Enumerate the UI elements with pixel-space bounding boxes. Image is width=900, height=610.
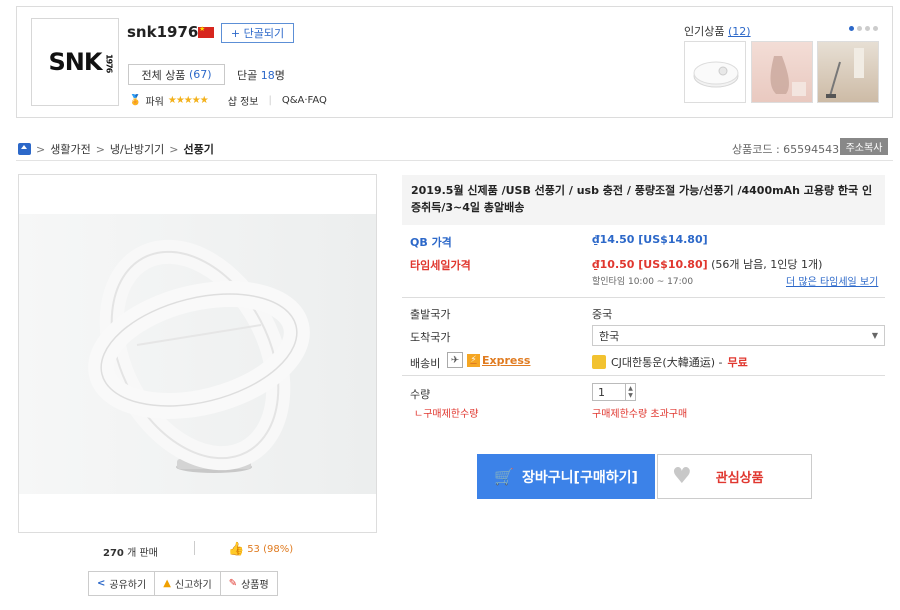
- seller-logo[interactable]: SNK 1976: [31, 18, 119, 106]
- qb-price-label: QB 가격: [410, 236, 452, 249]
- courier-info: CJ대한통운(大韓通运) - 무료: [592, 354, 748, 370]
- report-button[interactable]: ▲ 신고하기: [154, 571, 221, 596]
- warning-icon: ▲: [163, 578, 171, 589]
- popular-product-thumb[interactable]: [684, 41, 746, 103]
- express-icon: ⚡: [467, 353, 480, 367]
- pencil-icon: ✎: [228, 578, 238, 589]
- purchase-limit-label: ㄴ구매제한수량: [414, 409, 479, 420]
- fan-product-image: [88, 239, 310, 473]
- regulars-count: 단골 18명: [237, 69, 285, 82]
- star-rating: ★★★★★: [167, 95, 209, 106]
- time-sale-label: 타임세일가격: [410, 259, 471, 272]
- carousel-dots[interactable]: [849, 26, 878, 31]
- purchase-limit-value: 구매제한수량 초과구매: [592, 409, 688, 420]
- shipping-options: ✈ ⚡ Express: [447, 352, 530, 368]
- medal-icon: 🏅: [129, 95, 142, 106]
- breadcrumb-item[interactable]: 생활가전: [50, 141, 90, 157]
- seller-name[interactable]: snk1976: [127, 23, 198, 41]
- express-link[interactable]: ⚡ Express: [467, 353, 530, 367]
- shipping-fee-label: 배송비: [410, 357, 441, 370]
- share-icon: <: [97, 578, 106, 589]
- logo-wordmark: SNK 1976: [48, 48, 114, 76]
- airplane-icon[interactable]: ✈: [447, 352, 463, 368]
- carousel-dot[interactable]: [865, 26, 870, 31]
- destination-label: 도착국가: [410, 331, 451, 344]
- add-to-cart-button[interactable]: 🛒 장바구니[구매하기]: [477, 454, 655, 499]
- dropdown-arrow-icon: ▼: [871, 331, 878, 340]
- time-sale-hours: 할인타임 10:00 ~ 17:00: [592, 277, 694, 287]
- product-title: 2019.5월 신제품 /USB 선풍기 / usb 충전 / 풍량조절 가능/…: [402, 175, 885, 225]
- product-image-box[interactable]: [18, 174, 377, 533]
- follow-seller-button[interactable]: + 단골되기: [221, 23, 294, 43]
- share-button[interactable]: < 공유하기: [88, 571, 156, 596]
- popular-product-thumb[interactable]: [817, 41, 879, 103]
- time-sale-price: ₫10.50 [US$10.80] (56개 남음, 1인당 1개): [592, 258, 823, 271]
- home-icon[interactable]: [18, 143, 31, 155]
- cart-icon: 🛒: [494, 467, 515, 486]
- origin-value: 중국: [592, 308, 613, 321]
- breadcrumb-item[interactable]: 냉/난방기기: [110, 141, 164, 157]
- seller-rating-row: 🏅 파워 ★★★★★ 샵 정보 | Q&A·FAQ: [129, 93, 327, 108]
- thumbs-up-icon: 👍: [228, 542, 245, 557]
- carousel-dot[interactable]: [873, 26, 878, 31]
- all-products-button[interactable]: 전체 상품 (67): [128, 64, 225, 85]
- stepper-arrows-icon[interactable]: ▲ ▼: [625, 384, 635, 400]
- more-time-sale-link[interactable]: 더 많은 타임세일 보기: [786, 273, 878, 288]
- shop-info-link[interactable]: 샵 정보: [228, 93, 259, 108]
- breadcrumb: > 생활가전 > 냉/난방기기 > 선풍기: [18, 141, 214, 157]
- quantity-label: 수량: [410, 388, 431, 401]
- product-code: 상품코드 : 655945437: [732, 143, 847, 156]
- breadcrumb-current: 선풍기: [183, 143, 214, 156]
- popular-products-label[interactable]: 인기상품 (12): [684, 23, 751, 39]
- carousel-dot[interactable]: [857, 26, 862, 31]
- origin-label: 출발국가: [410, 308, 451, 321]
- vacuum-person-image: [826, 48, 864, 98]
- vase-image: [770, 56, 806, 96]
- carousel-dot[interactable]: [849, 26, 854, 31]
- qb-price: ₫14.50 [US$14.80]: [592, 233, 708, 246]
- divider: [16, 160, 893, 161]
- qa-faq-link[interactable]: Q&A·FAQ: [282, 95, 327, 106]
- sales-count: 270 개 판매: [103, 548, 158, 559]
- review-button[interactable]: ✎ 상품평: [219, 571, 278, 596]
- popular-product-thumb[interactable]: [751, 41, 813, 103]
- likes-count[interactable]: 👍 53 (98%): [228, 542, 293, 557]
- heart-icon: ♥: [672, 464, 692, 489]
- action-bar: < 공유하기 ▲ 신고하기 ✎ 상품평: [88, 571, 278, 596]
- quantity-stepper[interactable]: 1 ▲ ▼: [592, 383, 636, 401]
- wishlist-button[interactable]: ♥ 관심상품: [657, 454, 812, 499]
- china-flag-icon: [198, 25, 214, 38]
- seller-box: SNK 1976 snk1976 + 단골되기 전체 상품 (67) 단골 18…: [16, 6, 893, 118]
- destination-select[interactable]: 한국 ▼: [592, 325, 885, 346]
- package-icon: [592, 355, 606, 369]
- copy-address-button[interactable]: 주소복사: [840, 138, 888, 155]
- robot-vacuum-image: [693, 61, 739, 88]
